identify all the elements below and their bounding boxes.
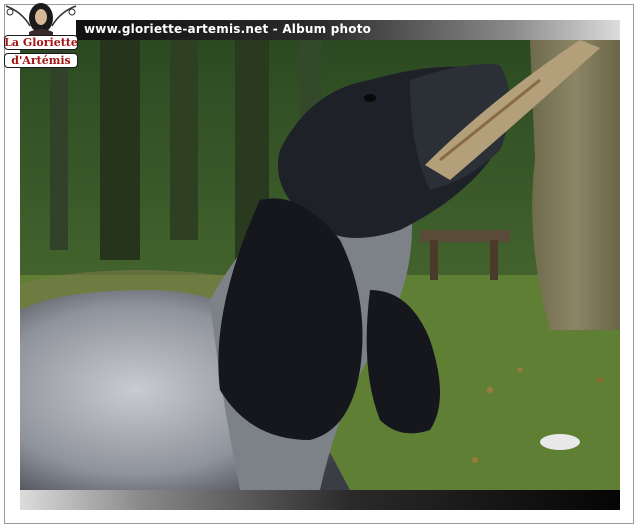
site-logo[interactable]: La Gloriette d'Artémis [2, 2, 80, 74]
woman-portrait-emblem-icon [5, 3, 77, 36]
album-photo[interactable] [20, 40, 620, 490]
title-bar: www.gloriette-artemis.net - Album photo [76, 20, 620, 40]
dog-photo-icon [20, 40, 620, 490]
bottom-bar [20, 490, 620, 510]
logo-text-line2: d'Artémis [11, 54, 71, 67]
logo-text-line1: La Gloriette [4, 36, 78, 49]
window-title: www.gloriette-artemis.net - Album photo [84, 22, 372, 36]
